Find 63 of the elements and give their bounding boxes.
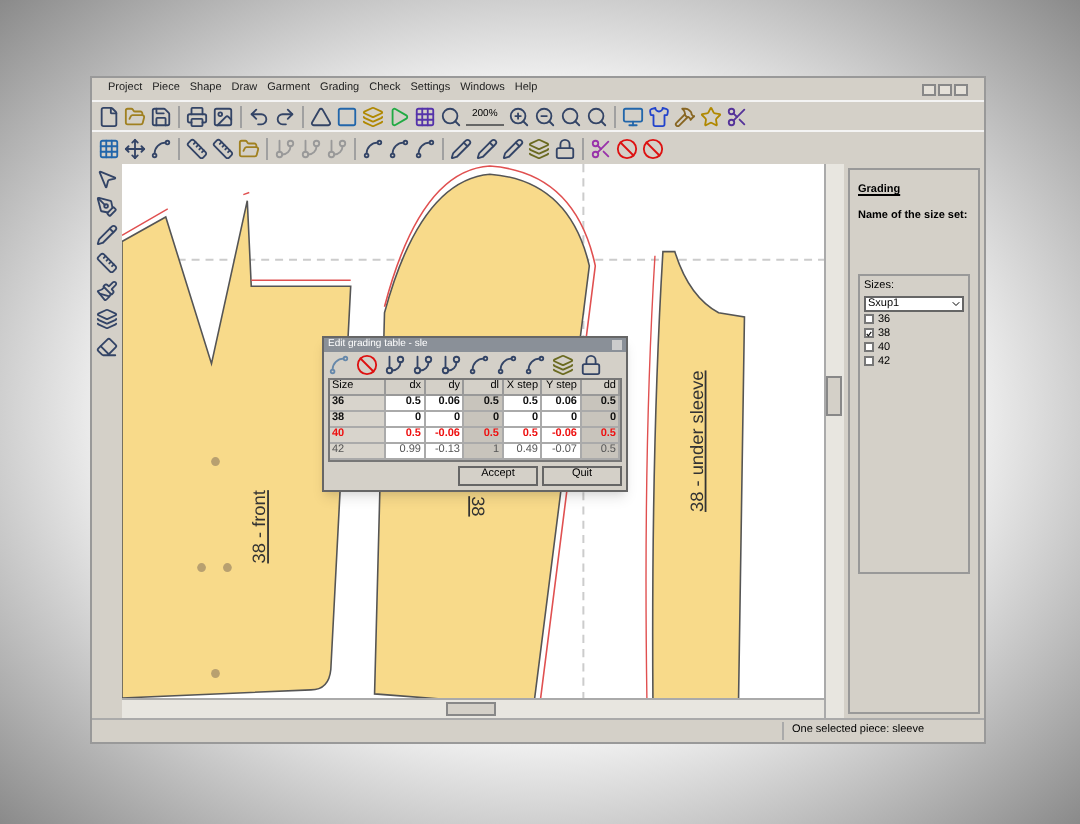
grid-icon[interactable] <box>98 137 120 159</box>
undo-icon[interactable] <box>248 105 270 127</box>
branch-icon[interactable] <box>412 354 434 376</box>
no-icon[interactable] <box>642 137 664 159</box>
pointer-icon[interactable] <box>96 168 118 190</box>
grid-icon[interactable] <box>414 105 436 127</box>
curve-icon[interactable] <box>496 354 518 376</box>
ruler-icon[interactable] <box>96 252 118 274</box>
no-icon[interactable] <box>356 354 378 376</box>
monitor-icon[interactable] <box>621 105 644 127</box>
zoom-out-icon[interactable] <box>533 105 556 127</box>
size-checkbox[interactable] <box>864 314 874 325</box>
curve-icon[interactable] <box>524 354 546 376</box>
curve-icon[interactable] <box>150 137 172 159</box>
star-icon[interactable] <box>699 105 722 127</box>
file-icon[interactable] <box>98 105 120 127</box>
hammer-icon[interactable] <box>673 105 696 127</box>
curve-icon[interactable] <box>468 354 490 376</box>
scissors-icon[interactable] <box>590 137 612 159</box>
zoom-in-icon[interactable] <box>507 105 530 127</box>
square-icon[interactable] <box>336 105 358 127</box>
redo-icon[interactable] <box>274 105 296 127</box>
vertical-scrollbar[interactable] <box>826 376 842 416</box>
layers-icon[interactable] <box>528 137 550 159</box>
branch-icon[interactable] <box>440 354 462 376</box>
shirt-icon[interactable] <box>647 105 670 127</box>
eraser-icon[interactable] <box>96 336 118 358</box>
piece-label: 38 <box>468 496 488 517</box>
piece-label: 38 - front <box>249 490 270 564</box>
move-icon[interactable] <box>124 137 146 159</box>
triangle-icon[interactable] <box>310 105 332 127</box>
pencil-icon[interactable] <box>476 137 498 159</box>
size-checkbox[interactable] <box>864 356 874 367</box>
curve-icon[interactable] <box>388 137 410 159</box>
printer-icon[interactable] <box>186 105 208 127</box>
brush-icon[interactable] <box>96 280 118 302</box>
curve-icon[interactable] <box>362 137 384 159</box>
horizontal-scrollbar[interactable] <box>446 702 496 716</box>
front-piece[interactable] <box>122 191 352 698</box>
no-icon[interactable] <box>616 137 638 159</box>
curve-icon[interactable] <box>414 137 436 159</box>
size-checkbox[interactable] <box>864 342 874 353</box>
scissors-icon[interactable] <box>725 105 748 127</box>
lock-icon[interactable] <box>580 354 602 376</box>
pen-icon[interactable] <box>96 196 118 218</box>
image-icon[interactable] <box>212 105 234 127</box>
layers-icon[interactable] <box>96 308 118 330</box>
branch-icon[interactable] <box>384 354 406 376</box>
save-icon[interactable] <box>150 105 172 127</box>
pencil-icon[interactable] <box>502 137 524 159</box>
search-icon[interactable] <box>585 105 608 127</box>
ruler-icon[interactable] <box>186 137 208 159</box>
search-icon[interactable] <box>559 105 582 127</box>
layers-icon[interactable] <box>552 354 574 376</box>
lock-icon[interactable] <box>554 137 576 159</box>
pencil-icon[interactable] <box>96 224 118 246</box>
dropdown-icon <box>950 297 962 310</box>
under-sleeve-piece[interactable] <box>645 250 746 698</box>
search-icon[interactable] <box>440 105 462 127</box>
piece-label: 38 - under sleeve <box>686 370 707 512</box>
pencil-icon[interactable] <box>450 137 472 159</box>
size-checkbox[interactable] <box>864 328 874 339</box>
ruler-icon[interactable] <box>212 137 234 159</box>
